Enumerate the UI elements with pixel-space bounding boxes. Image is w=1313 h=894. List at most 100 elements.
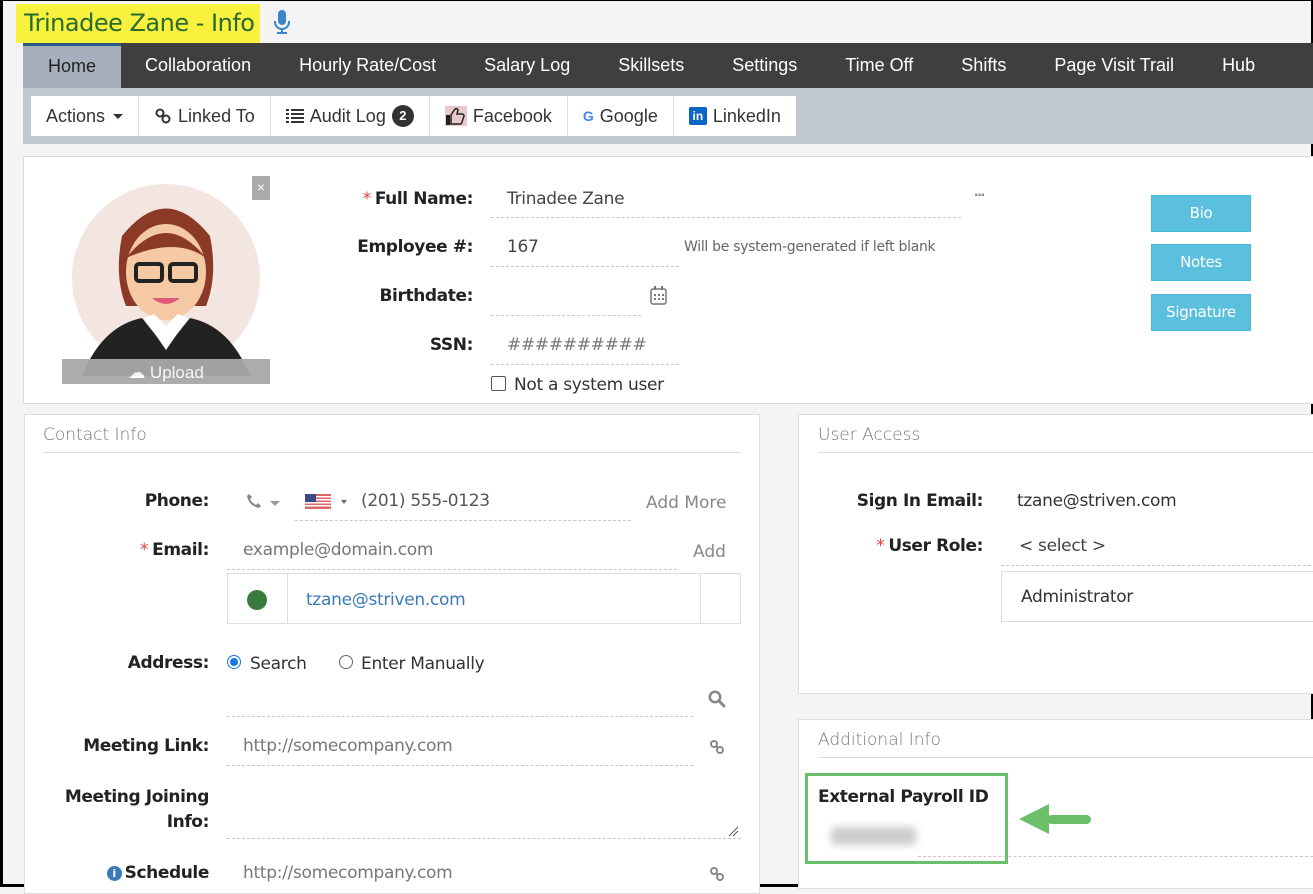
- search-icon[interactable]: [708, 690, 726, 708]
- phone-icon: [247, 494, 261, 508]
- not-system-user-label: Not a system user: [514, 375, 664, 395]
- main-nav: Home Collaboration Hourly Rate/Cost Sala…: [23, 43, 1313, 88]
- google-button[interactable]: G Google: [568, 96, 674, 136]
- meeting-link-input[interactable]: http://somecompany.com: [243, 736, 453, 756]
- meeting-joining-info-label: Meeting Joining Info:: [64, 787, 210, 832]
- notes-button[interactable]: Notes: [1151, 244, 1251, 281]
- address-search-input[interactable]: [243, 691, 683, 713]
- additional-info-divider: [818, 757, 1313, 758]
- user-role-select[interactable]: < select >: [1019, 536, 1106, 556]
- contact-info-divider: [43, 452, 741, 453]
- ssn-label: SSN:: [429, 335, 474, 355]
- upload-label: Upload: [149, 363, 204, 382]
- meeting-link-underline: [227, 765, 693, 766]
- phone-label: Phone:: [144, 491, 210, 511]
- tab-shifts[interactable]: Shifts: [937, 43, 1030, 88]
- us-flag-icon: [305, 494, 331, 509]
- actions-dropdown[interactable]: Actions: [31, 96, 140, 136]
- caret-down-icon: [113, 113, 124, 119]
- schedule-input[interactable]: http://somecompany.com: [243, 863, 453, 883]
- bio-button[interactable]: Bio: [1151, 195, 1251, 232]
- full-name-underline: [491, 217, 961, 218]
- not-system-user-checkbox[interactable]: [491, 376, 506, 391]
- tab-salary-log[interactable]: Salary Log: [460, 43, 594, 88]
- birthdate-input[interactable]: [507, 286, 637, 308]
- employee-number-label: Employee #:: [357, 237, 473, 257]
- address-enter-manually-label: Enter Manually: [361, 654, 485, 674]
- phone-input[interactable]: (201) 555-0123: [361, 491, 490, 511]
- tab-hourly-rate-cost[interactable]: Hourly Rate/Cost: [275, 43, 460, 88]
- phone-type-dropdown[interactable]: [246, 493, 282, 513]
- microphone-icon[interactable]: [273, 9, 291, 35]
- employee-avatar[interactable]: [62, 176, 270, 384]
- resize-handle-icon[interactable]: [727, 825, 739, 837]
- caret-down-icon: [270, 501, 280, 506]
- full-name-input[interactable]: Trinadee Zane: [507, 189, 625, 209]
- tab-home[interactable]: Home: [23, 43, 122, 88]
- audit-log-label: Audit Log: [309, 106, 386, 126]
- employee-number-input[interactable]: 167: [507, 237, 539, 257]
- email-address-link[interactable]: tzane@striven.com: [306, 590, 466, 610]
- phone-underline: [295, 520, 631, 521]
- more-options-icon[interactable]: ···: [974, 187, 986, 205]
- upload-button[interactable]: ☁ Upload: [62, 359, 270, 384]
- email-list-row: tzane@striven.com: [227, 573, 741, 624]
- user-role-underline: [1001, 565, 1313, 566]
- email-label: * Email:: [140, 540, 209, 560]
- facebook-button[interactable]: Facebook: [430, 96, 568, 136]
- google-label: Google: [599, 106, 658, 126]
- sign-in-email-label: Sign In Email:: [856, 491, 984, 511]
- audit-log-button[interactable]: Audit Log 2: [271, 96, 430, 136]
- list-icon: [285, 109, 304, 123]
- ssn-underline: [491, 364, 679, 365]
- employee-number-underline: [491, 266, 679, 267]
- address-label: Address:: [127, 653, 210, 673]
- employee-number-hint: Will be system-generated if left blank: [684, 239, 936, 255]
- tab-hub[interactable]: Hub: [1198, 43, 1279, 88]
- address-underline: [227, 716, 693, 717]
- additional-info-title: Additional Info: [818, 730, 941, 750]
- page-title: Trinadee Zane - Info: [16, 4, 261, 43]
- ssn-input[interactable]: ##########: [507, 335, 647, 355]
- link-icon[interactable]: [709, 866, 725, 882]
- meeting-link-label: Meeting Link:: [83, 736, 209, 756]
- address-search-radio[interactable]: [227, 655, 241, 669]
- tab-collaboration[interactable]: Collaboration: [121, 43, 275, 88]
- meeting-joining-underline: [227, 838, 741, 839]
- tab-skillsets[interactable]: Skillsets: [594, 43, 708, 88]
- full-name-label: * Full Name:: [362, 189, 474, 209]
- facebook-label: Facebook: [472, 106, 552, 126]
- meeting-joining-info-textarea[interactable]: [227, 781, 741, 837]
- user-access-divider: [818, 452, 1313, 453]
- email-row-actions[interactable]: [700, 574, 740, 623]
- annotation-highlight-box: [805, 773, 1008, 864]
- linked-to-button[interactable]: Linked To: [139, 96, 271, 136]
- selected-role-item[interactable]: Administrator: [1001, 571, 1313, 622]
- link-icon[interactable]: [709, 739, 725, 755]
- cloud-upload-icon: ☁: [128, 363, 146, 382]
- tab-time-off[interactable]: Time Off: [821, 43, 937, 88]
- birthdate-label: Birthdate:: [379, 286, 474, 306]
- selected-role-label: Administrator: [1021, 587, 1133, 607]
- sign-in-email-value: tzane@striven.com: [1017, 491, 1177, 511]
- country-code-dropdown[interactable]: [305, 493, 351, 511]
- linkedin-button[interactable]: in LinkedIn: [674, 96, 796, 136]
- link-icon: [155, 108, 171, 124]
- add-email-link[interactable]: Add: [693, 542, 726, 562]
- annotation-arrow-icon: [1019, 804, 1091, 834]
- email-input[interactable]: example@domain.com: [243, 540, 433, 560]
- birthdate-underline: [491, 315, 641, 316]
- address-enter-manually-radio[interactable]: [339, 655, 353, 669]
- email-underline: [227, 569, 677, 570]
- thumbs-up-icon: [444, 106, 467, 126]
- calendar-icon[interactable]: [650, 286, 667, 305]
- add-more-phone-link[interactable]: Add More: [646, 493, 726, 513]
- email-status-dot: [247, 590, 267, 610]
- tab-page-visit-trail[interactable]: Page Visit Trail: [1030, 43, 1198, 88]
- user-role-label: * User Role:: [876, 536, 983, 556]
- signature-button[interactable]: Signature: [1151, 294, 1251, 331]
- remove-avatar-button[interactable]: ×: [252, 176, 270, 200]
- info-icon[interactable]: i: [106, 866, 122, 881]
- linkedin-icon: in: [688, 107, 707, 125]
- tab-settings[interactable]: Settings: [708, 43, 821, 88]
